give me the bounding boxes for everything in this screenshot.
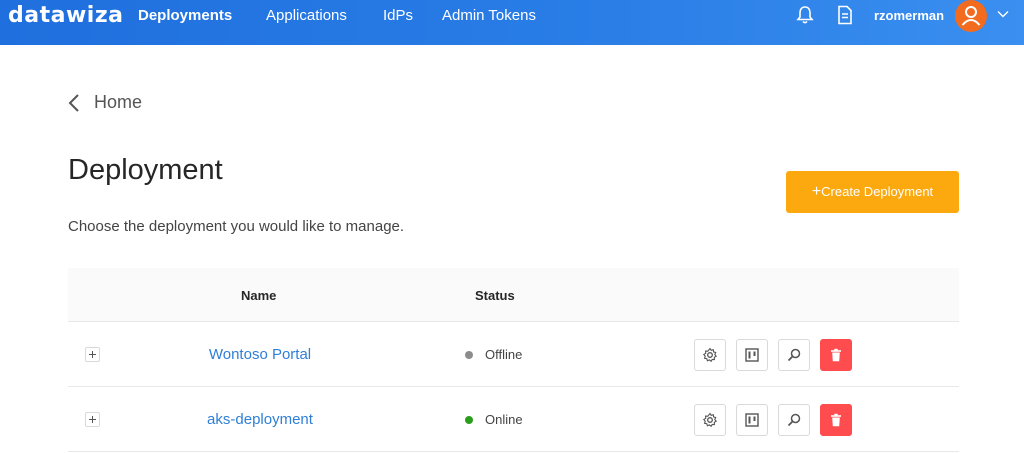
status-text: Online [485,412,523,427]
board-button[interactable] [736,404,768,436]
settings-button[interactable] [694,404,726,436]
plus-icon: + [811,183,822,200]
inspect-button[interactable] [778,339,810,371]
status-cell: Offline [465,347,522,362]
inspect-button[interactable] [778,404,810,436]
board-icon [745,348,759,362]
row-actions [694,339,852,371]
delete-icon [831,348,841,362]
create-deployment-label: Create Deployment [821,184,934,199]
nav-admin-tokens[interactable]: Admin Tokens [442,7,536,24]
chevron-left-icon [68,93,79,112]
datawiza-logo[interactable]: datawiza [8,3,123,28]
nav-idps[interactable]: IdPs [383,7,413,24]
deployment-name-link[interactable]: Wontoso Portal [160,346,360,363]
row-actions [694,404,852,436]
delete-button[interactable] [820,404,852,436]
table-row: aks-deployment Online [68,387,959,452]
expand-row-button[interactable] [85,347,100,362]
top-nav-bar: datawiza Deployments Applications IdPs A… [0,0,1024,45]
document-icon[interactable] [836,5,856,27]
page-subtitle: Choose the deployment you would like to … [68,218,405,235]
nav-deployments[interactable]: Deployments [138,7,232,24]
board-icon [745,413,759,427]
username[interactable]: rzomerman [874,8,944,23]
search-icon [787,413,801,427]
deployments-table: Name Status Wontoso Portal Offline aks-d… [68,268,959,452]
user-icon [961,6,981,26]
table-row: Wontoso Portal Offline [68,322,959,387]
delete-button[interactable] [820,339,852,371]
page-title: Deployment [68,154,223,186]
table-header: Name Status [68,268,959,322]
create-deployment-button[interactable]: +Create Deployment [786,171,959,213]
settings-icon [702,347,718,363]
column-header-name: Name [241,288,277,303]
column-header-status: Status [475,288,515,303]
delete-icon [831,413,841,427]
back-label: Home [94,92,143,112]
search-icon [787,348,801,362]
settings-icon [702,412,718,428]
board-button[interactable] [736,339,768,371]
nav-applications[interactable]: Applications [266,7,347,24]
chevron-down-icon[interactable] [996,7,1010,21]
status-cell: Online [465,412,523,427]
deployment-name-link[interactable]: aks-deployment [160,411,360,428]
status-dot [465,415,473,424]
status-text: Offline [485,347,523,362]
status-dot [465,350,473,359]
avatar[interactable] [955,0,987,32]
back-home-link[interactable]: Home [68,92,142,113]
bell-icon[interactable] [796,5,816,27]
settings-button[interactable] [694,339,726,371]
expand-row-button[interactable] [85,412,100,427]
